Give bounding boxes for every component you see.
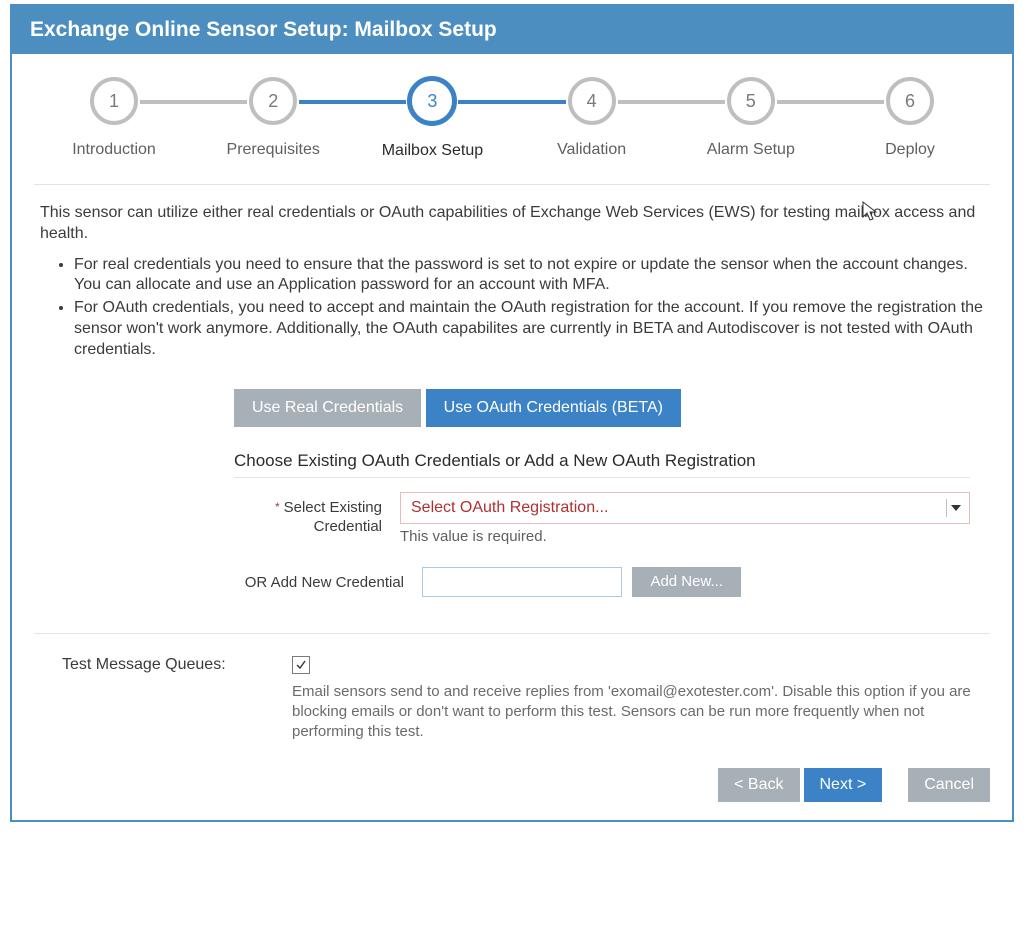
check-icon (295, 659, 307, 671)
chevron-down-icon (946, 499, 965, 517)
use-real-credentials-button[interactable]: Use Real Credentials (234, 389, 421, 427)
test-message-queues-section: Test Message Queues: Email sensors send … (34, 633, 990, 743)
test-message-queues-description: Email sensors send to and receive replie… (292, 682, 982, 743)
new-credential-input[interactable] (422, 567, 622, 597)
step-label: Mailbox Setup (382, 142, 483, 160)
step-number: 5 (727, 77, 775, 125)
step-mailbox-setup[interactable]: 3 Mailbox Setup (402, 76, 462, 160)
step-connector (618, 100, 725, 104)
step-label: Deploy (885, 141, 935, 159)
step-connector (140, 100, 247, 104)
step-label: Introduction (72, 141, 156, 159)
next-button[interactable]: Next > (804, 768, 883, 802)
step-prerequisites[interactable]: 2 Prerequisites (243, 77, 303, 159)
step-number: 6 (886, 77, 934, 125)
wizard-footer: < Back Next > Cancel (34, 768, 990, 802)
bullet-list: For real credentials you need to ensure … (34, 255, 990, 361)
test-message-queues-label: Test Message Queues: (34, 656, 292, 743)
step-alarm-setup[interactable]: 5 Alarm Setup (721, 77, 781, 159)
step-introduction[interactable]: 1 Introduction (84, 77, 144, 159)
oauth-section: Choose Existing OAuth Credentials or Add… (34, 451, 990, 597)
step-label: Alarm Setup (707, 141, 795, 159)
select-placeholder: Select OAuth Registration... (411, 499, 608, 517)
divider (234, 477, 970, 478)
divider (34, 184, 990, 185)
test-message-queues-checkbox[interactable] (292, 656, 310, 674)
dialog-title: Exchange Online Sensor Setup: Mailbox Se… (12, 6, 1012, 54)
step-connector (458, 100, 565, 104)
add-new-button[interactable]: Add New... (632, 567, 741, 597)
bullet-item: For real credentials you need to ensure … (74, 255, 990, 297)
add-new-row: OR Add New Credential Add New... (234, 567, 970, 597)
step-deploy[interactable]: 6 Deploy (880, 77, 940, 159)
dialog-body: 1 Introduction 2 Prerequisites 3 Mailbox… (12, 54, 1012, 820)
step-connector (777, 100, 884, 104)
oauth-registration-select[interactable]: Select OAuth Registration... (400, 492, 970, 524)
step-number: 2 (249, 77, 297, 125)
validation-error-text: This value is required. (400, 528, 970, 545)
select-existing-row: *Select Existing Credential Select OAuth… (234, 492, 970, 545)
section-title: Choose Existing OAuth Credentials or Add… (234, 451, 970, 471)
use-oauth-credentials-button[interactable]: Use OAuth Credentials (BETA) (426, 389, 681, 427)
step-validation[interactable]: 4 Validation (562, 77, 622, 159)
add-new-label: OR Add New Credential (234, 567, 422, 593)
step-connector (299, 100, 406, 104)
label-text: Select Existing Credential (284, 499, 382, 536)
step-number: 4 (568, 77, 616, 125)
step-number: 1 (90, 77, 138, 125)
intro-text: This sensor can utilize either real cred… (40, 203, 984, 245)
back-button[interactable]: < Back (718, 768, 799, 802)
bullet-item: For OAuth credentials, you need to accep… (74, 298, 990, 360)
step-number: 3 (407, 76, 457, 126)
credential-type-tabs: Use Real Credentials Use OAuth Credentia… (34, 389, 990, 427)
stepper: 1 Introduction 2 Prerequisites 3 Mailbox… (84, 76, 940, 160)
select-existing-label: *Select Existing Credential (234, 492, 400, 537)
step-label: Prerequisites (227, 141, 320, 159)
wizard-dialog: Exchange Online Sensor Setup: Mailbox Se… (10, 4, 1014, 822)
cancel-button[interactable]: Cancel (908, 768, 990, 802)
step-label: Validation (557, 141, 626, 159)
